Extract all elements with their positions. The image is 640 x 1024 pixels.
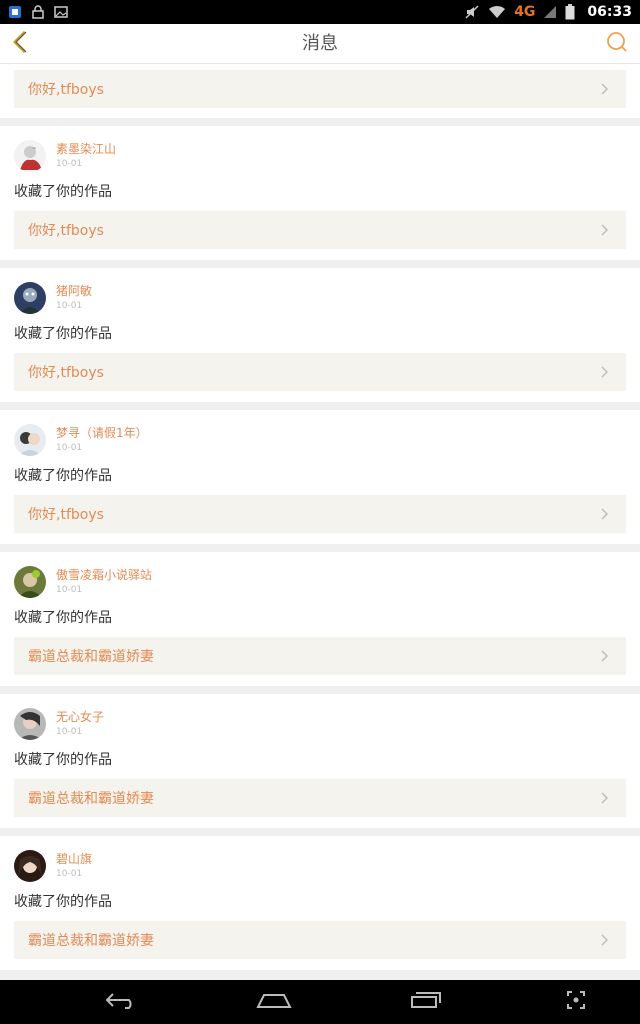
message-card: 碧山旗 10-01 收藏了你的作品 霸道总裁和霸道娇妻 xyxy=(0,836,640,970)
nav-back-icon xyxy=(105,991,139,1013)
work-title: 你好,tfboys xyxy=(28,223,104,239)
battery-icon xyxy=(565,3,575,21)
message-list[interactable]: 你好,tfboys ~ 素墨染江山 10-01 收藏了你的作品 你好,tfboy… xyxy=(0,64,640,980)
message-header: 碧山旗 10-01 xyxy=(14,850,92,882)
nav-recents-button[interactable] xyxy=(406,990,446,1014)
message-date: 10-01 xyxy=(56,301,83,311)
chevron-right-icon xyxy=(598,649,612,663)
chevron-right-icon xyxy=(598,365,612,379)
username[interactable]: 傲雪凌霜小说驿站 xyxy=(56,567,152,583)
nav-home-icon xyxy=(256,991,292,1013)
message-date: 10-01 xyxy=(56,159,83,169)
chevron-right-icon xyxy=(598,933,612,947)
avatar[interactable] xyxy=(14,566,46,598)
work-link[interactable]: 霸道总裁和霸道娇妻 xyxy=(14,779,626,817)
message-card: 猪阿敏 10-01 收藏了你的作品 你好,tfboys xyxy=(0,268,640,402)
app-notification-icon xyxy=(8,3,22,21)
message-card: ~ 素墨染江山 10-01 收藏了你的作品 你好,tfboys xyxy=(0,126,640,260)
action-text: 收藏了你的作品 xyxy=(14,752,112,768)
status-bar: 4G 06:33 xyxy=(0,0,640,24)
action-text: 收藏了你的作品 xyxy=(14,610,112,626)
avatar[interactable] xyxy=(14,424,46,456)
message-date: 10-01 xyxy=(56,727,83,737)
header: 消息 xyxy=(0,24,640,64)
nav-back-button[interactable] xyxy=(102,990,142,1014)
username[interactable]: 碧山旗 xyxy=(56,851,92,867)
message-date: 10-01 xyxy=(56,443,83,453)
page-title: 消息 xyxy=(302,33,338,54)
message-card: 你好,tfboys xyxy=(0,64,640,118)
work-link[interactable]: 你好,tfboys xyxy=(14,353,626,391)
action-text: 收藏了你的作品 xyxy=(14,468,112,484)
message-card: 无心女子 10-01 收藏了你的作品 霸道总裁和霸道娇妻 xyxy=(0,694,640,828)
message-header: 无心女子 10-01 xyxy=(14,708,104,740)
username[interactable]: 猪阿敏 xyxy=(56,283,92,299)
work-title: 你好,tfboys xyxy=(28,507,104,523)
work-link[interactable]: 你好,tfboys xyxy=(14,70,626,108)
mute-icon xyxy=(464,3,480,21)
network-type: 4G xyxy=(514,4,536,20)
avatar[interactable] xyxy=(14,708,46,740)
action-text: 收藏了你的作品 xyxy=(14,894,112,910)
work-link[interactable]: 你好,tfboys xyxy=(14,211,626,249)
action-text: 收藏了你的作品 xyxy=(14,326,112,342)
work-link[interactable]: 霸道总裁和霸道娇妻 xyxy=(14,637,626,675)
nav-recents-icon xyxy=(410,991,442,1013)
action-text: 收藏了你的作品 xyxy=(14,184,112,200)
message-header: 傲雪凌霜小说驿站 10-01 xyxy=(14,566,152,598)
work-title: 霸道总裁和霸道娇妻 xyxy=(28,791,154,807)
search-button[interactable] xyxy=(604,31,630,57)
svg-text:~: ~ xyxy=(32,146,36,152)
avatar[interactable] xyxy=(14,850,46,882)
chevron-right-icon xyxy=(598,507,612,521)
chevron-right-icon xyxy=(598,791,612,805)
username[interactable]: 素墨染江山 xyxy=(56,141,116,157)
message-header: 梦寻（请假1年） 10-01 xyxy=(14,424,148,456)
system-nav-bar xyxy=(0,980,640,1024)
nav-screenshot-button[interactable] xyxy=(556,990,596,1014)
message-date: 10-01 xyxy=(56,585,83,595)
message-header: 猪阿敏 10-01 xyxy=(14,282,92,314)
chevron-right-icon xyxy=(598,223,612,237)
avatar[interactable] xyxy=(14,282,46,314)
message-card: 梦寻（请假1年） 10-01 收藏了你的作品 你好,tfboys xyxy=(0,410,640,544)
nav-home-button[interactable] xyxy=(254,990,294,1014)
message-header: ~ 素墨染江山 10-01 xyxy=(14,140,116,172)
lock-icon xyxy=(32,3,44,21)
image-icon xyxy=(54,3,68,21)
work-title: 霸道总裁和霸道娇妻 xyxy=(28,933,154,949)
username[interactable]: 无心女子 xyxy=(56,709,104,725)
work-title: 你好,tfboys xyxy=(28,82,104,98)
message-date: 10-01 xyxy=(56,869,83,879)
search-icon xyxy=(606,31,628,57)
wifi-icon xyxy=(488,3,506,21)
clock: 06:33 xyxy=(587,4,632,20)
chevron-right-icon xyxy=(598,82,612,96)
work-title: 霸道总裁和霸道娇妻 xyxy=(28,649,154,665)
screenshot-icon xyxy=(566,990,586,1014)
avatar[interactable]: ~ xyxy=(14,140,46,172)
work-title: 你好,tfboys xyxy=(28,365,104,381)
username[interactable]: 梦寻（请假1年） xyxy=(56,425,148,441)
work-link[interactable]: 霸道总裁和霸道娇妻 xyxy=(14,921,626,959)
work-link[interactable]: 你好,tfboys xyxy=(14,495,626,533)
message-card: 傲雪凌霜小说驿站 10-01 收藏了你的作品 霸道总裁和霸道娇妻 xyxy=(0,552,640,686)
signal-icon xyxy=(543,3,557,21)
